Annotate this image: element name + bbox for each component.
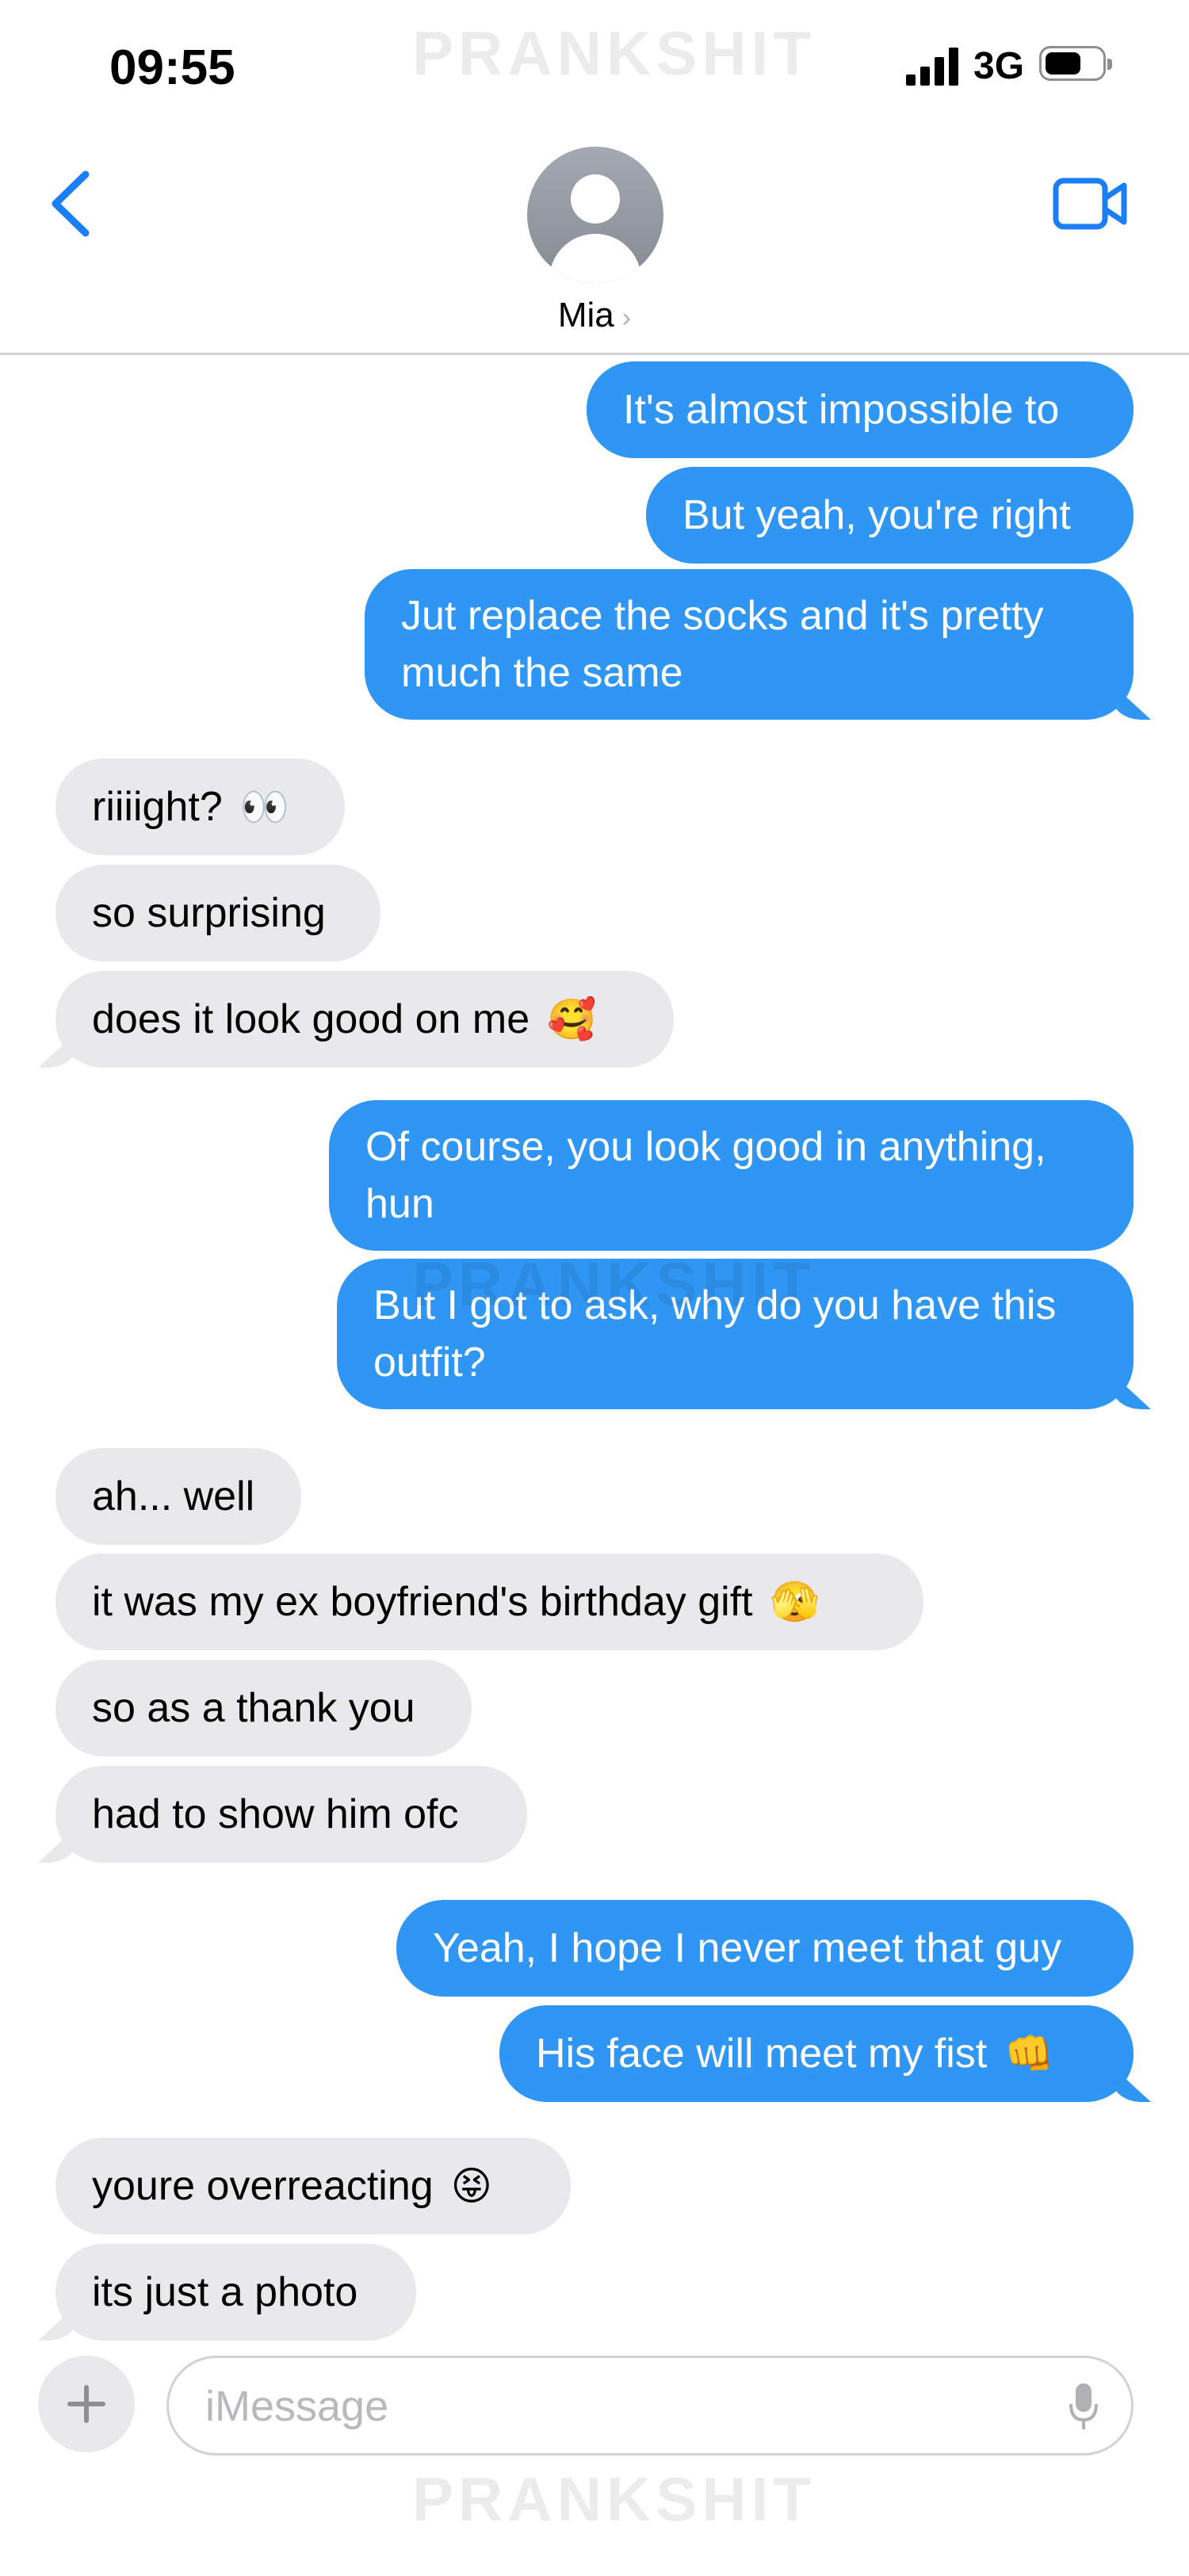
chevron-right-icon: › (621, 303, 632, 333)
message-text: ah... well (92, 1473, 255, 1519)
message-text: Of course, you look good in anything, hu… (365, 1124, 1046, 1227)
message-text: It's almost impossible to (623, 387, 1060, 433)
status-time: 09:55 (109, 40, 235, 95)
message-bubble-sent[interactable]: His face will meet my fist 👊 (499, 2005, 1134, 2102)
message-bubble-received[interactable]: had to show him ofc (55, 1766, 527, 1863)
message-bubble-received[interactable]: its just a photo (55, 2244, 416, 2341)
back-button[interactable] (46, 168, 94, 239)
tongue-face-emoji-icon: 😝 (450, 2164, 492, 2208)
message-text: it was my ex boyfriend's birthday gift (92, 1579, 753, 1625)
message-text: its just a photo (92, 2269, 358, 2315)
smiling-face-hearts-emoji-icon: 🥰 (547, 997, 597, 1041)
message-bubble-received[interactable]: does it look good on me 🥰 (55, 971, 674, 1068)
message-text: His face will meet my fist (536, 2031, 988, 2077)
message-bubble-sent[interactable]: It's almost impossible to (587, 361, 1134, 458)
message-text: so surprising (92, 890, 326, 936)
message-text: riiiight? (92, 784, 223, 830)
message-input[interactable]: iMessage (166, 2356, 1134, 2456)
contact-avatar[interactable] (527, 147, 663, 283)
video-camera-icon (1053, 178, 1127, 230)
message-bubble-received[interactable]: so surprising (55, 865, 380, 961)
message-input-placeholder: iMessage (205, 2383, 389, 2430)
eyes-emoji-icon: 👀 (239, 785, 289, 829)
watermark-bottom: PRANKSHIT (412, 2464, 816, 2534)
network-type: 3G (973, 45, 1025, 87)
message-bubble-received[interactable]: youre overreacting 😝 (55, 2138, 571, 2234)
chevron-left-icon (52, 170, 90, 237)
microphone-icon[interactable] (1068, 2382, 1099, 2433)
peeking-face-emoji-icon: 🫣 (770, 1580, 820, 1624)
message-bubble-received[interactable]: it was my ex boyfriend's birthday gift 🫣 (55, 1554, 923, 1650)
message-text: But yeah, you're right (682, 492, 1071, 538)
message-text: does it look good on me (92, 996, 530, 1042)
add-attachment-button[interactable] (38, 2356, 135, 2452)
message-bubble-sent[interactable]: Of course, you look good in anything, hu… (329, 1100, 1134, 1251)
watermark-top: PRANKSHIT (412, 18, 816, 88)
message-bubble-sent[interactable]: Yeah, I hope I never meet that guy (396, 1900, 1134, 1997)
watermark-middle: PRANKSHIT (412, 1249, 816, 1319)
message-bubble-sent[interactable]: But yeah, you're right (646, 467, 1134, 564)
message-text: Jut replace the socks and it's pretty mu… (401, 593, 1044, 696)
signal-strength-icon (906, 46, 958, 86)
message-text: so as a thank you (92, 1685, 415, 1731)
contact-name-button[interactable]: Mia › (0, 296, 1189, 335)
fist-emoji-icon: 👊 (1004, 2031, 1054, 2076)
battery-icon (1039, 46, 1112, 81)
video-call-button[interactable] (1053, 176, 1129, 231)
header-divider (0, 353, 1189, 355)
message-text: had to show him ofc (92, 1791, 459, 1837)
contact-name: Mia (557, 296, 614, 334)
message-bubble-received[interactable]: riiiight? 👀 (55, 759, 345, 855)
message-bubble-received[interactable]: ah... well (55, 1448, 301, 1545)
message-bubble-sent[interactable]: Jut replace the socks and it's pretty mu… (365, 569, 1134, 720)
message-bubble-received[interactable]: so as a thank you (55, 1660, 472, 1756)
message-text: youre overreacting (92, 2163, 434, 2209)
message-text: Yeah, I hope I never meet that guy (433, 1925, 1062, 1971)
